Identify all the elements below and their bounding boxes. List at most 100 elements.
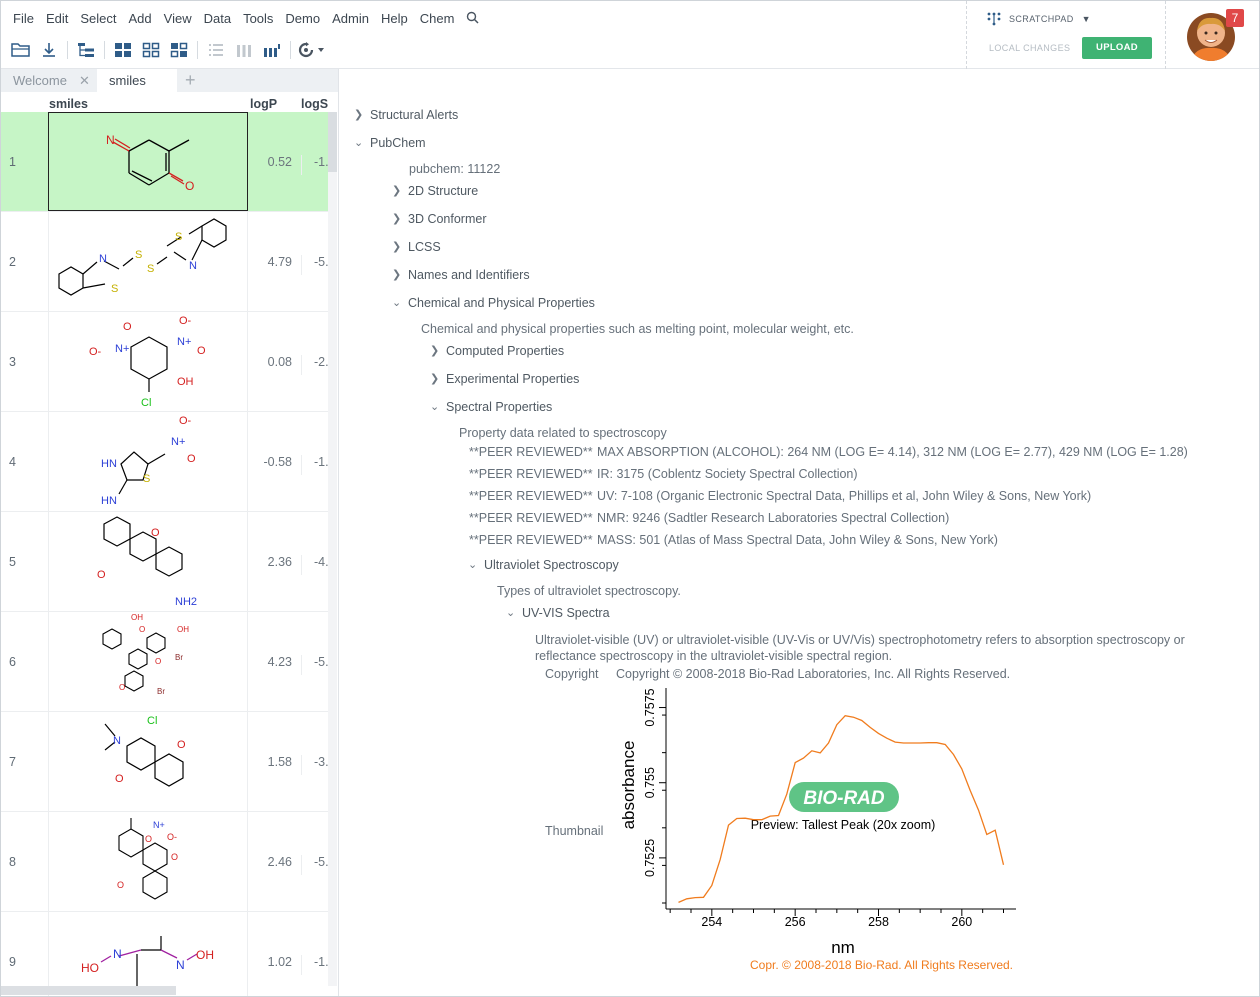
atom-label: O [139,625,145,634]
menu-file[interactable]: File [7,9,40,29]
branch-icon [987,12,1001,26]
tree-node-label: PubChem [370,136,426,150]
tree-node-computed[interactable]: ❯ Computed Properties [430,344,564,358]
molecule-cell[interactable]: HO N N OH [48,912,248,996]
folder-open-icon[interactable] [7,39,35,61]
table-row[interactable]: 8 N+ O- O O O 2.46 -5. [1,812,328,912]
menu-add[interactable]: Add [123,9,158,29]
menu-chem[interactable]: Chem [414,9,461,29]
table-row[interactable]: 3 O N+ O- O- N+ O OH Cl 0.08 -2. [1,312,328,412]
molecule-cell[interactable]: Cl N O O [48,712,248,811]
table-row[interactable]: 4 O- N+ O HN S HN -0.58 -1. [1,412,328,512]
chevron-right-icon[interactable]: ❯ [430,344,439,357]
x-tick-label: 258 [868,915,889,929]
chevron-down-icon[interactable]: ⌄ [430,400,439,413]
column-header-smiles[interactable]: smiles [49,97,88,111]
menu-select[interactable]: Select [74,9,122,29]
tree-node-uv-spectroscopy[interactable]: ⌄ Ultraviolet Spectroscopy [468,558,619,572]
table-row[interactable]: 7 Cl N O O 1.58 -3. [1,712,328,812]
scratchpad-selector[interactable]: SCRATCHPAD ▼ [987,12,1091,26]
search-icon[interactable] [460,9,485,29]
atom-label: N+ [153,820,165,830]
notification-badge[interactable]: 7 [1226,9,1244,27]
refresh-icon[interactable] [295,39,329,61]
atom-label: O [119,683,125,692]
molecule-cell[interactable]: OH O OH O Br O Br [48,612,248,711]
uv-vis-spectrum-chart[interactable]: 254 256 258 260 0.7525 0.755 0.7575 nm absorba… [611,683,1031,978]
download-icon[interactable] [35,39,63,61]
horizontal-scrollbar[interactable] [1,986,176,995]
y-axis-label: absorbance [619,741,638,830]
property-key: **PEER REVIEWED** [469,533,593,547]
atom-label: N+ [115,343,129,355]
close-icon[interactable]: ✕ [79,73,90,89]
grid-body: 1 N O 0.52 -1. 2 N S S S S N 4.79 -5. 3 … [1,112,338,996]
add-tab-button[interactable]: + [177,69,207,92]
x-tick-label: 260 [951,915,972,929]
tab-smiles[interactable]: smiles [97,69,177,92]
atom-label: O- [167,832,177,842]
bio-rad-logo: BIO-RAD [789,782,899,812]
atom-label: O [171,852,178,862]
chevron-right-icon[interactable]: ❯ [354,108,363,121]
grid-outline-icon[interactable] [137,39,165,61]
table-row[interactable]: 9 HO N N OH 1.02 -1. [1,912,328,996]
molecule-cell[interactable]: O N+ O- O- N+ O OH Cl [48,312,248,411]
molecule-cell[interactable]: N O [48,112,248,211]
chevron-right-icon[interactable]: ❯ [392,212,401,225]
tab-welcome[interactable]: Welcome ✕ [1,69,97,92]
menu-view[interactable]: View [158,9,198,29]
scrollbar-thumb[interactable] [328,112,337,172]
column-header-logs[interactable]: logS [301,97,328,111]
tree-node-pubchem[interactable]: ⌄ PubChem [354,136,426,150]
chevron-right-icon[interactable]: ❯ [430,372,439,385]
logs-value: -2. [301,355,328,375]
chevron-down-icon[interactable]: ⌄ [354,136,363,149]
table-row[interactable]: 6 OH O OH O Br O Br 4.23 -5. [1,612,328,712]
menu-help[interactable]: Help [375,9,414,29]
tree-node-2d-structure[interactable]: ❯ 2D Structure [392,184,479,198]
tree-node-label: 2D Structure [408,184,479,198]
menu-demo[interactable]: Demo [279,9,326,29]
tree-node-chem-phys[interactable]: ⌄ Chemical and Physical Properties [392,296,595,310]
columns-icon[interactable] [230,39,258,61]
table-row[interactable]: 1 N O 0.52 -1. [1,112,328,212]
chevron-right-icon[interactable]: ❯ [392,268,401,281]
bar-chart-icon[interactable] [258,39,286,61]
menu-edit[interactable]: Edit [40,9,74,29]
molecule-cell[interactable]: N S S S S N [48,212,248,311]
tree-node-spectral[interactable]: ⌄ Spectral Properties [430,400,552,414]
list-icon[interactable] [202,39,230,61]
tree-node-names[interactable]: ❯ Names and Identifiers [392,268,530,282]
tree-node-uv-vis-spectra[interactable]: ⌄ UV-VIS Spectra [506,606,610,620]
tree-node-3d-conformer[interactable]: ❯ 3D Conformer [392,212,487,226]
chevron-down-icon[interactable]: ⌄ [468,558,477,571]
chevron-right-icon[interactable]: ❯ [392,184,401,197]
table-row[interactable]: 5 O O NH2 2.36 -4. [1,512,328,612]
spectral-description: Property data related to spectroscopy [459,426,667,440]
menu-tools[interactable]: Tools [237,9,279,29]
menu-data[interactable]: Data [198,9,237,29]
molecule-cell[interactable]: O- N+ O HN S HN [48,412,248,511]
tree-node-lcss[interactable]: ❯ LCSS [392,240,441,254]
tree-node-structural-alerts[interactable]: ❯ Structural Alerts [354,108,458,122]
tree-icon[interactable] [72,39,100,61]
property-row: **PEER REVIEWED** NMR: 9246 (Sadtler Rese… [469,511,949,525]
atom-label: S [143,473,150,485]
logp-value: 4.23 [267,655,292,669]
vertical-scrollbar[interactable] [328,112,337,986]
grid-alt-icon[interactable] [165,39,193,61]
uv-spectroscopy-description: Types of ultraviolet spectroscopy. [497,584,681,598]
table-row[interactable]: 2 N S S S S N 4.79 -5. [1,212,328,312]
grid-icon[interactable] [109,39,137,61]
upload-button[interactable]: UPLOAD [1082,37,1152,59]
tree-node-experimental[interactable]: ❯ Experimental Properties [430,372,579,386]
molecule-cell[interactable]: N+ O- O O O [48,812,248,911]
chevron-down-icon[interactable]: ⌄ [506,606,515,619]
column-header-logp[interactable]: logP [250,97,277,111]
chevron-right-icon[interactable]: ❯ [392,240,401,253]
molecule-cell[interactable]: O O NH2 [48,512,248,611]
chevron-down-icon[interactable]: ⌄ [392,296,401,309]
menu-admin[interactable]: Admin [326,9,375,29]
property-value: IR: 3175 (Coblentz Society Spectral Coll… [597,467,858,481]
